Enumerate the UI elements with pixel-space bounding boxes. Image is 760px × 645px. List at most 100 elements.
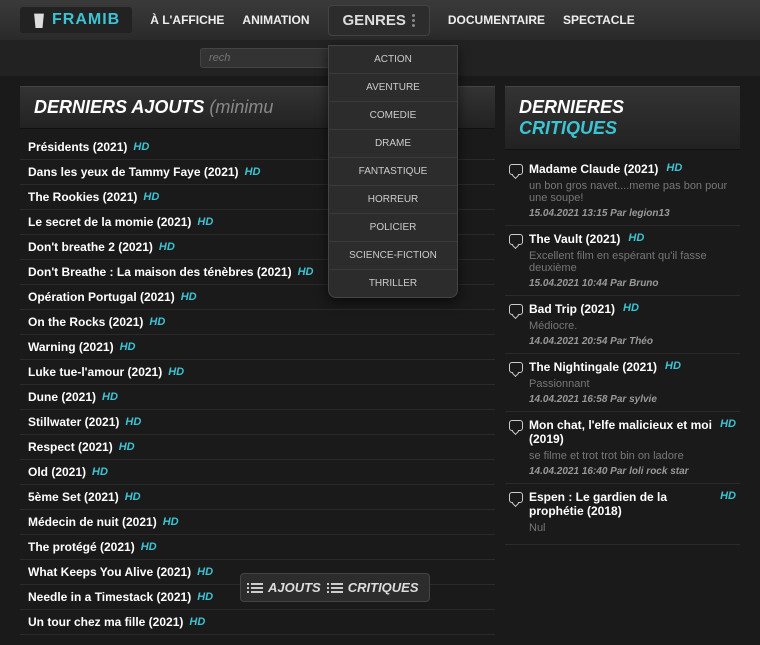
critique-item: Mon chat, l'elfe malicieux et moi (2019)… xyxy=(505,412,740,484)
critique-title[interactable]: The Vault (2021)HD xyxy=(509,232,736,246)
critique-text: Nul xyxy=(509,518,736,538)
nav-genres-label: GENRES xyxy=(343,12,406,29)
cup-icon xyxy=(32,12,46,28)
critique-item: The Nightingale (2021)HDPassionnant14.04… xyxy=(505,354,740,412)
genre-horreur[interactable]: HORREUR xyxy=(329,186,457,214)
hd-badge: HD xyxy=(119,441,135,453)
nav-spectacle[interactable]: SPECTACLE xyxy=(563,13,635,27)
genre-action[interactable]: ACTION xyxy=(329,46,457,74)
item-title: The protégé (2021) xyxy=(28,540,135,554)
critique-movie-title: The Nightingale (2021) xyxy=(529,360,657,374)
critique-title[interactable]: The Nightingale (2021)HD xyxy=(509,360,736,374)
critique-meta: 15.04.2021 10:44 Par Bruno xyxy=(509,278,736,289)
hd-badge: HD xyxy=(141,541,157,553)
critique-meta: 14.04.2021 16:40 Par loli rock star xyxy=(509,466,736,477)
hd-badge: HD xyxy=(720,418,736,430)
genre-aventure[interactable]: AVENTURE xyxy=(329,74,457,102)
critique-movie-title: Bad Trip (2021) xyxy=(529,302,615,316)
speech-bubble-icon xyxy=(509,234,523,245)
critique-text: un bon gros navet....meme pas bon pour u… xyxy=(509,176,736,208)
critique-text: Médiocre. xyxy=(509,316,736,336)
logo[interactable]: FRAMIB xyxy=(20,7,132,33)
genre-fantastique[interactable]: FANTASTIQUE xyxy=(329,158,457,186)
critique-item: Madame Claude (2021) HD un bon gros navet.… xyxy=(505,156,740,226)
ajouts-title: DERNIERS AJOUTS xyxy=(34,97,204,117)
ajouts-subtitle: (minimu xyxy=(209,97,273,117)
list-item[interactable]: Un tour chez ma fille (2021)HD xyxy=(20,610,495,635)
genre-thriller[interactable]: THRILLER xyxy=(329,270,457,297)
hd-badge: HD xyxy=(168,366,184,378)
list-item[interactable]: 5ème Set (2021)HD xyxy=(20,485,495,510)
speech-bubble-icon xyxy=(509,304,523,315)
item-title: Dans les yeux de Tammy Faye (2021) xyxy=(28,165,239,179)
speech-bubble-icon xyxy=(509,362,523,373)
critique-text: se filme et trot trot bin on ladore xyxy=(509,446,736,466)
hd-badge: HD xyxy=(197,591,213,603)
critique-movie-title: Mon chat, l'elfe malicieux et moi (2019) xyxy=(529,418,712,446)
item-title: Médecin de nuit (2021) xyxy=(28,515,157,529)
list-item[interactable]: On the Rocks (2021) HD xyxy=(20,310,495,335)
hd-badge: HD xyxy=(102,391,118,403)
critique-movie-title: Madame Claude (2021) xyxy=(529,162,658,176)
genres-dropdown: ACTION AVENTURE COMEDIE DRAME FANTASTIQU… xyxy=(328,45,458,298)
list-icon xyxy=(251,583,263,593)
hd-badge: HD xyxy=(125,491,141,503)
hd-badge: HD xyxy=(120,341,136,353)
tab-critiques[interactable]: CRITIQUES xyxy=(331,580,419,595)
item-title: The Rookies (2021) xyxy=(28,190,137,204)
item-title: Présidents (2021) xyxy=(28,140,127,154)
hd-badge: HD xyxy=(666,162,682,174)
hd-badge: HD xyxy=(125,416,141,428)
critique-text: Passionnant xyxy=(509,374,736,394)
critique-item: Bad Trip (2021)HDMédiocre.14.04.2021 20:… xyxy=(505,296,740,354)
critique-title[interactable]: Mon chat, l'elfe malicieux et moi (2019)… xyxy=(509,418,736,446)
critique-title[interactable]: Espen : Le gardien de la prophétie (2018… xyxy=(509,490,736,518)
hd-badge: HD xyxy=(133,141,149,153)
critique-meta: 15.04.2021 13:15 Par legion13 xyxy=(509,208,736,219)
hd-badge: HD xyxy=(181,291,197,303)
hd-badge: HD xyxy=(143,191,159,203)
tab-ajouts[interactable]: AJOUTS xyxy=(251,580,321,595)
tab-ajouts-label: AJOUTS xyxy=(268,580,321,595)
list-icon xyxy=(331,583,343,593)
bottom-tabs: AJOUTS CRITIQUES xyxy=(240,573,430,602)
genre-drame[interactable]: DRAME xyxy=(329,130,457,158)
genre-comedie[interactable]: COMEDIE xyxy=(329,102,457,130)
critique-movie-title: Espen : Le gardien de la prophétie (2018… xyxy=(529,490,712,518)
hd-badge: HD xyxy=(149,316,165,328)
list-item[interactable]: Stillwater (2021)HD xyxy=(20,410,495,435)
item-title: Old (2021) xyxy=(28,465,86,479)
nav-genres[interactable]: GENRES xyxy=(328,5,430,36)
hd-badge: HD xyxy=(197,566,213,578)
list-item[interactable]: Warning (2021) HD xyxy=(20,335,495,360)
hd-badge: HD xyxy=(720,490,736,502)
hd-badge: HD xyxy=(628,232,644,244)
list-item[interactable]: Old (2021)HD xyxy=(20,460,495,485)
list-item[interactable]: The protégé (2021) HD xyxy=(20,535,495,560)
critiques-list: Madame Claude (2021) HD un bon gros navet.… xyxy=(505,156,740,545)
item-title: Un tour chez ma fille (2021) xyxy=(28,615,183,629)
list-item[interactable]: Dune (2021)HD xyxy=(20,385,495,410)
item-title: Respect (2021) xyxy=(28,440,113,454)
critique-title[interactable]: Madame Claude (2021) HD xyxy=(509,162,736,176)
nav-animation[interactable]: ANIMATION xyxy=(242,13,309,27)
item-title: Opération Portugal (2021) xyxy=(28,290,175,304)
critiques-header: DERNIERES CRITIQUES xyxy=(505,86,740,150)
list-item[interactable]: Luke tue-l'amour (2021)HD xyxy=(20,360,495,385)
item-title: Warning (2021) xyxy=(28,340,114,354)
item-title: What Keeps You Alive (2021) xyxy=(28,565,191,579)
critique-title[interactable]: Bad Trip (2021)HD xyxy=(509,302,736,316)
tab-critiques-label: CRITIQUES xyxy=(348,580,419,595)
critiques-column: DERNIERES CRITIQUES Madame Claude (2021)… xyxy=(505,86,740,635)
nav-documentaire[interactable]: DOCUMENTAIRE xyxy=(448,13,545,27)
critiques-title-1: DERNIERES xyxy=(519,97,624,117)
nav-affiche[interactable]: À L'AFFICHE xyxy=(150,13,224,27)
item-title: Don't Breathe : La maison des ténèbres (… xyxy=(28,265,292,279)
speech-bubble-icon xyxy=(509,492,523,503)
item-title: On the Rocks (2021) xyxy=(28,315,143,329)
list-item[interactable]: Médecin de nuit (2021)HD xyxy=(20,510,495,535)
list-item[interactable]: Respect (2021) HD xyxy=(20,435,495,460)
genre-policier[interactable]: POLICIER xyxy=(329,214,457,242)
critique-item: Espen : Le gardien de la prophétie (2018… xyxy=(505,484,740,545)
genre-science-fiction[interactable]: SCIENCE-FICTION xyxy=(329,242,457,270)
